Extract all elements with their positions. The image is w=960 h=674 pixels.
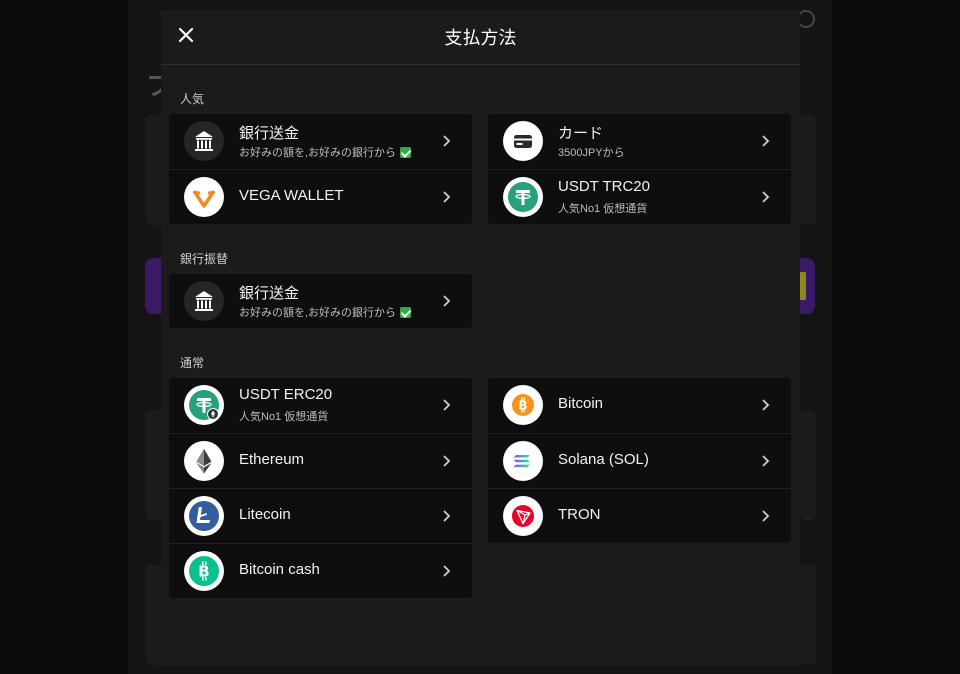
modal-header: 支払方法: [161, 10, 800, 65]
chevron-right-icon: [759, 134, 771, 148]
option-title: Solana (SOL): [558, 451, 649, 468]
option-subtitle: お好みの額を,お好みの銀行から: [239, 307, 397, 319]
payment-option-bank-transfer[interactable]: 銀行送金 お好みの額を,お好みの銀行から: [169, 274, 472, 328]
vega-wallet-icon: [184, 177, 224, 217]
payment-option-bitcoin[interactable]: B Bitcoin: [488, 378, 791, 433]
payment-option-usdt-erc20[interactable]: USDT ERC20 人気No1 仮想通貨: [169, 378, 472, 433]
chevron-right-icon: [440, 509, 452, 523]
background-block: [800, 410, 816, 520]
tron-icon: [503, 496, 543, 536]
bank-icon: [184, 121, 224, 161]
bitcoin-cash-icon: B: [184, 551, 224, 591]
option-title: TRON: [558, 506, 601, 523]
payment-option-bitcoin-cash[interactable]: B Bitcoin cash: [169, 543, 472, 598]
payment-option-usdt-trc20[interactable]: USDT TRC20 人気No1 仮想通貨: [488, 169, 791, 224]
ethereum-icon: [184, 441, 224, 481]
option-subtitle: お好みの額を,お好みの銀行から: [239, 147, 397, 159]
chevron-right-icon: [440, 294, 452, 308]
option-subtitle: 人気No1 仮想通貨: [558, 203, 648, 215]
option-title: 銀行送金: [239, 285, 300, 302]
section-label-popular: 人気: [180, 92, 205, 106]
chevron-right-icon: [440, 190, 452, 204]
payment-option-vega-wallet[interactable]: VEGA WALLET: [169, 169, 472, 224]
chevron-right-icon: [440, 134, 452, 148]
litecoin-icon: [184, 496, 224, 536]
option-subtitle-wrap: お好みの額を,お好みの銀行から: [239, 144, 412, 160]
payment-method-modal: 支払方法 人気 銀行送金 お好みの額を,お好みの銀行から VEGA WALLET…: [161, 10, 800, 666]
payment-option-card[interactable]: カード 3500JPYから: [488, 114, 791, 169]
verified-check-icon: [400, 306, 412, 318]
tether-icon: [503, 177, 543, 217]
option-title: USDT TRC20: [558, 178, 650, 195]
solana-icon: [503, 441, 543, 481]
background-block: [800, 115, 816, 225]
payment-option-bank-transfer[interactable]: 銀行送金 お好みの額を,お好みの銀行から: [169, 114, 472, 169]
option-title: Bitcoin: [558, 395, 604, 412]
option-subtitle: 人気No1 仮想通貨: [239, 411, 329, 423]
option-subtitle: 3500JPYから: [558, 147, 625, 159]
normal-right-card: B Bitcoin Solana (SOL) TRON: [488, 378, 791, 543]
chevron-right-icon: [759, 509, 771, 523]
bitcoin-icon: B: [503, 385, 543, 425]
normal-left-card: USDT ERC20 人気No1 仮想通貨 Ethereum Litecoin …: [169, 378, 472, 598]
svg-text:B: B: [518, 399, 527, 413]
section-label-normal: 通常: [180, 356, 205, 370]
chevron-right-icon: [440, 398, 452, 412]
popular-left-card: 銀行送金 お好みの額を,お好みの銀行から VEGA WALLET: [169, 114, 472, 224]
background-block: [800, 565, 816, 665]
chevron-right-icon: [759, 454, 771, 468]
option-title: Bitcoin cash: [239, 561, 320, 578]
section-label-bank-transfer: 銀行振替: [180, 252, 229, 266]
option-title: 銀行送金: [239, 125, 300, 142]
payment-option-ethereum[interactable]: Ethereum: [169, 433, 472, 488]
chevron-right-icon: [440, 454, 452, 468]
option-title: カード: [558, 125, 604, 142]
tether-erc20-icon: [184, 385, 224, 425]
svg-text:B: B: [198, 563, 209, 581]
card-icon: [503, 121, 543, 161]
option-title: Ethereum: [239, 451, 305, 468]
option-title: USDT ERC20: [239, 386, 333, 403]
option-subtitle-wrap: お好みの額を,お好みの銀行から: [239, 304, 412, 320]
modal-title: 支払方法: [444, 28, 517, 48]
chevron-right-icon: [440, 564, 452, 578]
option-title: VEGA WALLET: [239, 187, 344, 204]
payment-option-solana[interactable]: Solana (SOL): [488, 433, 791, 488]
bank-icon: [184, 281, 224, 321]
chevron-right-icon: [759, 190, 771, 204]
bank-transfer-card: 銀行送金 お好みの額を,お好みの銀行から: [169, 274, 472, 328]
payment-option-litecoin[interactable]: Litecoin: [169, 488, 472, 543]
option-title: Litecoin: [239, 506, 291, 523]
chevron-right-icon: [759, 398, 771, 412]
verified-check-icon: [400, 146, 412, 158]
popular-right-card: カード 3500JPYから USDT TRC20 人気No1 仮想通貨: [488, 114, 791, 224]
payment-option-tron[interactable]: TRON: [488, 488, 791, 543]
